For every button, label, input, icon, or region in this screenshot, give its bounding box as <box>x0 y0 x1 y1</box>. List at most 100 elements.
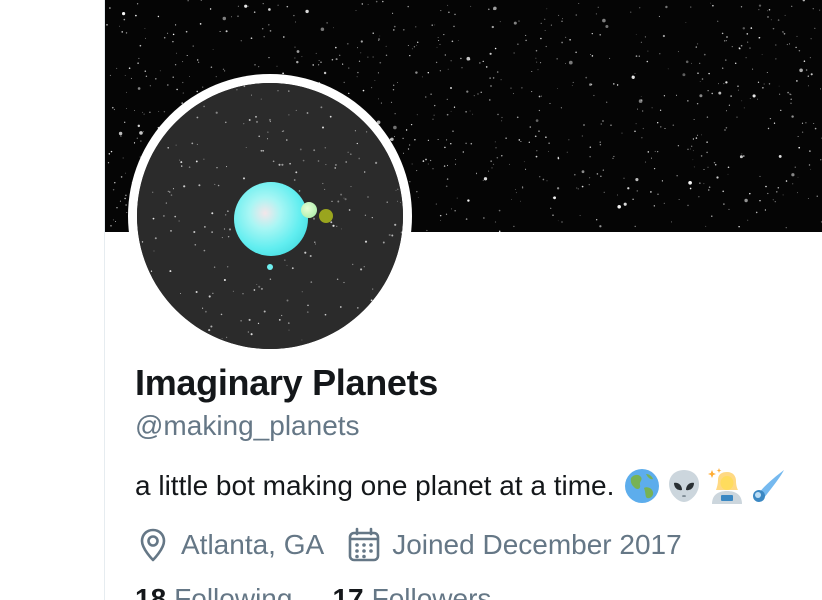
star-dot <box>777 19 780 21</box>
star-dot <box>682 73 686 77</box>
followers-count: 17 <box>332 583 364 600</box>
star-dot <box>372 32 374 34</box>
star-dot <box>790 102 792 104</box>
star-dot <box>548 151 549 153</box>
star-dot <box>348 67 350 69</box>
star-dot <box>440 219 441 221</box>
star-dot <box>488 170 490 172</box>
star-dot <box>796 35 798 37</box>
star-dot <box>394 135 396 137</box>
star-dot <box>137 347 139 349</box>
left-sidebar <box>0 0 104 600</box>
star-dot <box>452 130 454 133</box>
star-dot <box>685 22 687 23</box>
star-dot <box>808 164 811 166</box>
star-dot <box>427 163 429 165</box>
star-dot <box>730 95 732 97</box>
star-dot <box>110 224 112 227</box>
star-dot <box>558 14 560 16</box>
star-dot <box>377 72 379 74</box>
star-dot <box>636 190 639 192</box>
star-dot <box>575 51 577 54</box>
star-dot <box>141 241 144 243</box>
star-dot <box>692 150 694 152</box>
star-dot <box>820 88 821 90</box>
star-dot <box>347 151 349 153</box>
star-dot <box>796 80 798 82</box>
star-dot <box>305 9 309 14</box>
star-dot <box>460 57 462 60</box>
star-dot <box>525 168 527 170</box>
star-dot <box>659 53 661 55</box>
star-dot <box>288 329 290 331</box>
star-dot <box>516 116 519 119</box>
star-dot <box>775 44 777 46</box>
star-dot <box>523 161 525 163</box>
star-dot <box>346 42 349 45</box>
star-dot <box>196 59 199 61</box>
star-dot <box>113 108 115 111</box>
star-dot <box>613 155 615 157</box>
star-dot <box>713 161 716 164</box>
star-dot <box>170 194 173 196</box>
star-dot <box>202 86 204 88</box>
star-dot <box>538 95 541 98</box>
star-dot <box>226 166 228 168</box>
star-dot <box>298 190 301 192</box>
star-dot <box>545 45 547 48</box>
star-dot <box>411 48 413 50</box>
star-dot <box>749 47 751 49</box>
star-dot <box>109 74 111 76</box>
star-dot <box>372 340 374 342</box>
star-dot <box>797 192 798 194</box>
star-dot <box>212 292 214 294</box>
star-dot <box>740 44 743 47</box>
star-dot <box>416 170 418 172</box>
star-dot <box>597 6 599 8</box>
star-dot <box>759 200 761 202</box>
star-dot <box>221 337 223 340</box>
star-dot <box>647 50 649 52</box>
star-dot <box>613 83 615 85</box>
star-dot <box>379 61 382 64</box>
star-dot <box>368 335 370 337</box>
star-dot <box>370 299 373 302</box>
star-dot <box>172 188 175 190</box>
star-dot <box>136 137 138 139</box>
star-dot <box>525 39 527 42</box>
star-dot <box>144 346 147 349</box>
star-dot <box>819 9 821 11</box>
star-dot <box>375 0 378 3</box>
star-dot <box>634 225 636 228</box>
star-dot <box>662 34 666 38</box>
star-dot <box>192 45 194 47</box>
star-dot <box>574 173 576 176</box>
star-dot <box>380 102 382 104</box>
star-dot <box>211 212 214 215</box>
star-dot <box>462 151 464 153</box>
star-dot <box>448 11 450 14</box>
star-dot <box>379 35 381 37</box>
star-dot <box>250 37 253 40</box>
star-dot <box>399 202 401 204</box>
star-dot <box>276 65 278 67</box>
star-dot <box>210 66 213 68</box>
star-dot <box>227 235 230 238</box>
planet-shape <box>234 182 308 256</box>
following-link[interactable]: 18 Following <box>135 583 292 600</box>
star-dot <box>589 146 592 148</box>
star-dot <box>396 280 398 282</box>
star-dot <box>358 157 361 160</box>
star-dot <box>546 180 548 182</box>
star-dot <box>696 102 699 105</box>
avatar[interactable] <box>137 83 403 349</box>
star-dot <box>299 148 302 151</box>
star-dot <box>340 228 342 230</box>
star-dot <box>413 46 416 48</box>
star-dot <box>253 289 256 291</box>
followers-link[interactable]: 17 Followers <box>332 583 491 600</box>
star-dot <box>227 210 229 212</box>
star-dot <box>416 191 418 193</box>
star-dot <box>372 56 374 58</box>
star-dot <box>208 329 211 332</box>
